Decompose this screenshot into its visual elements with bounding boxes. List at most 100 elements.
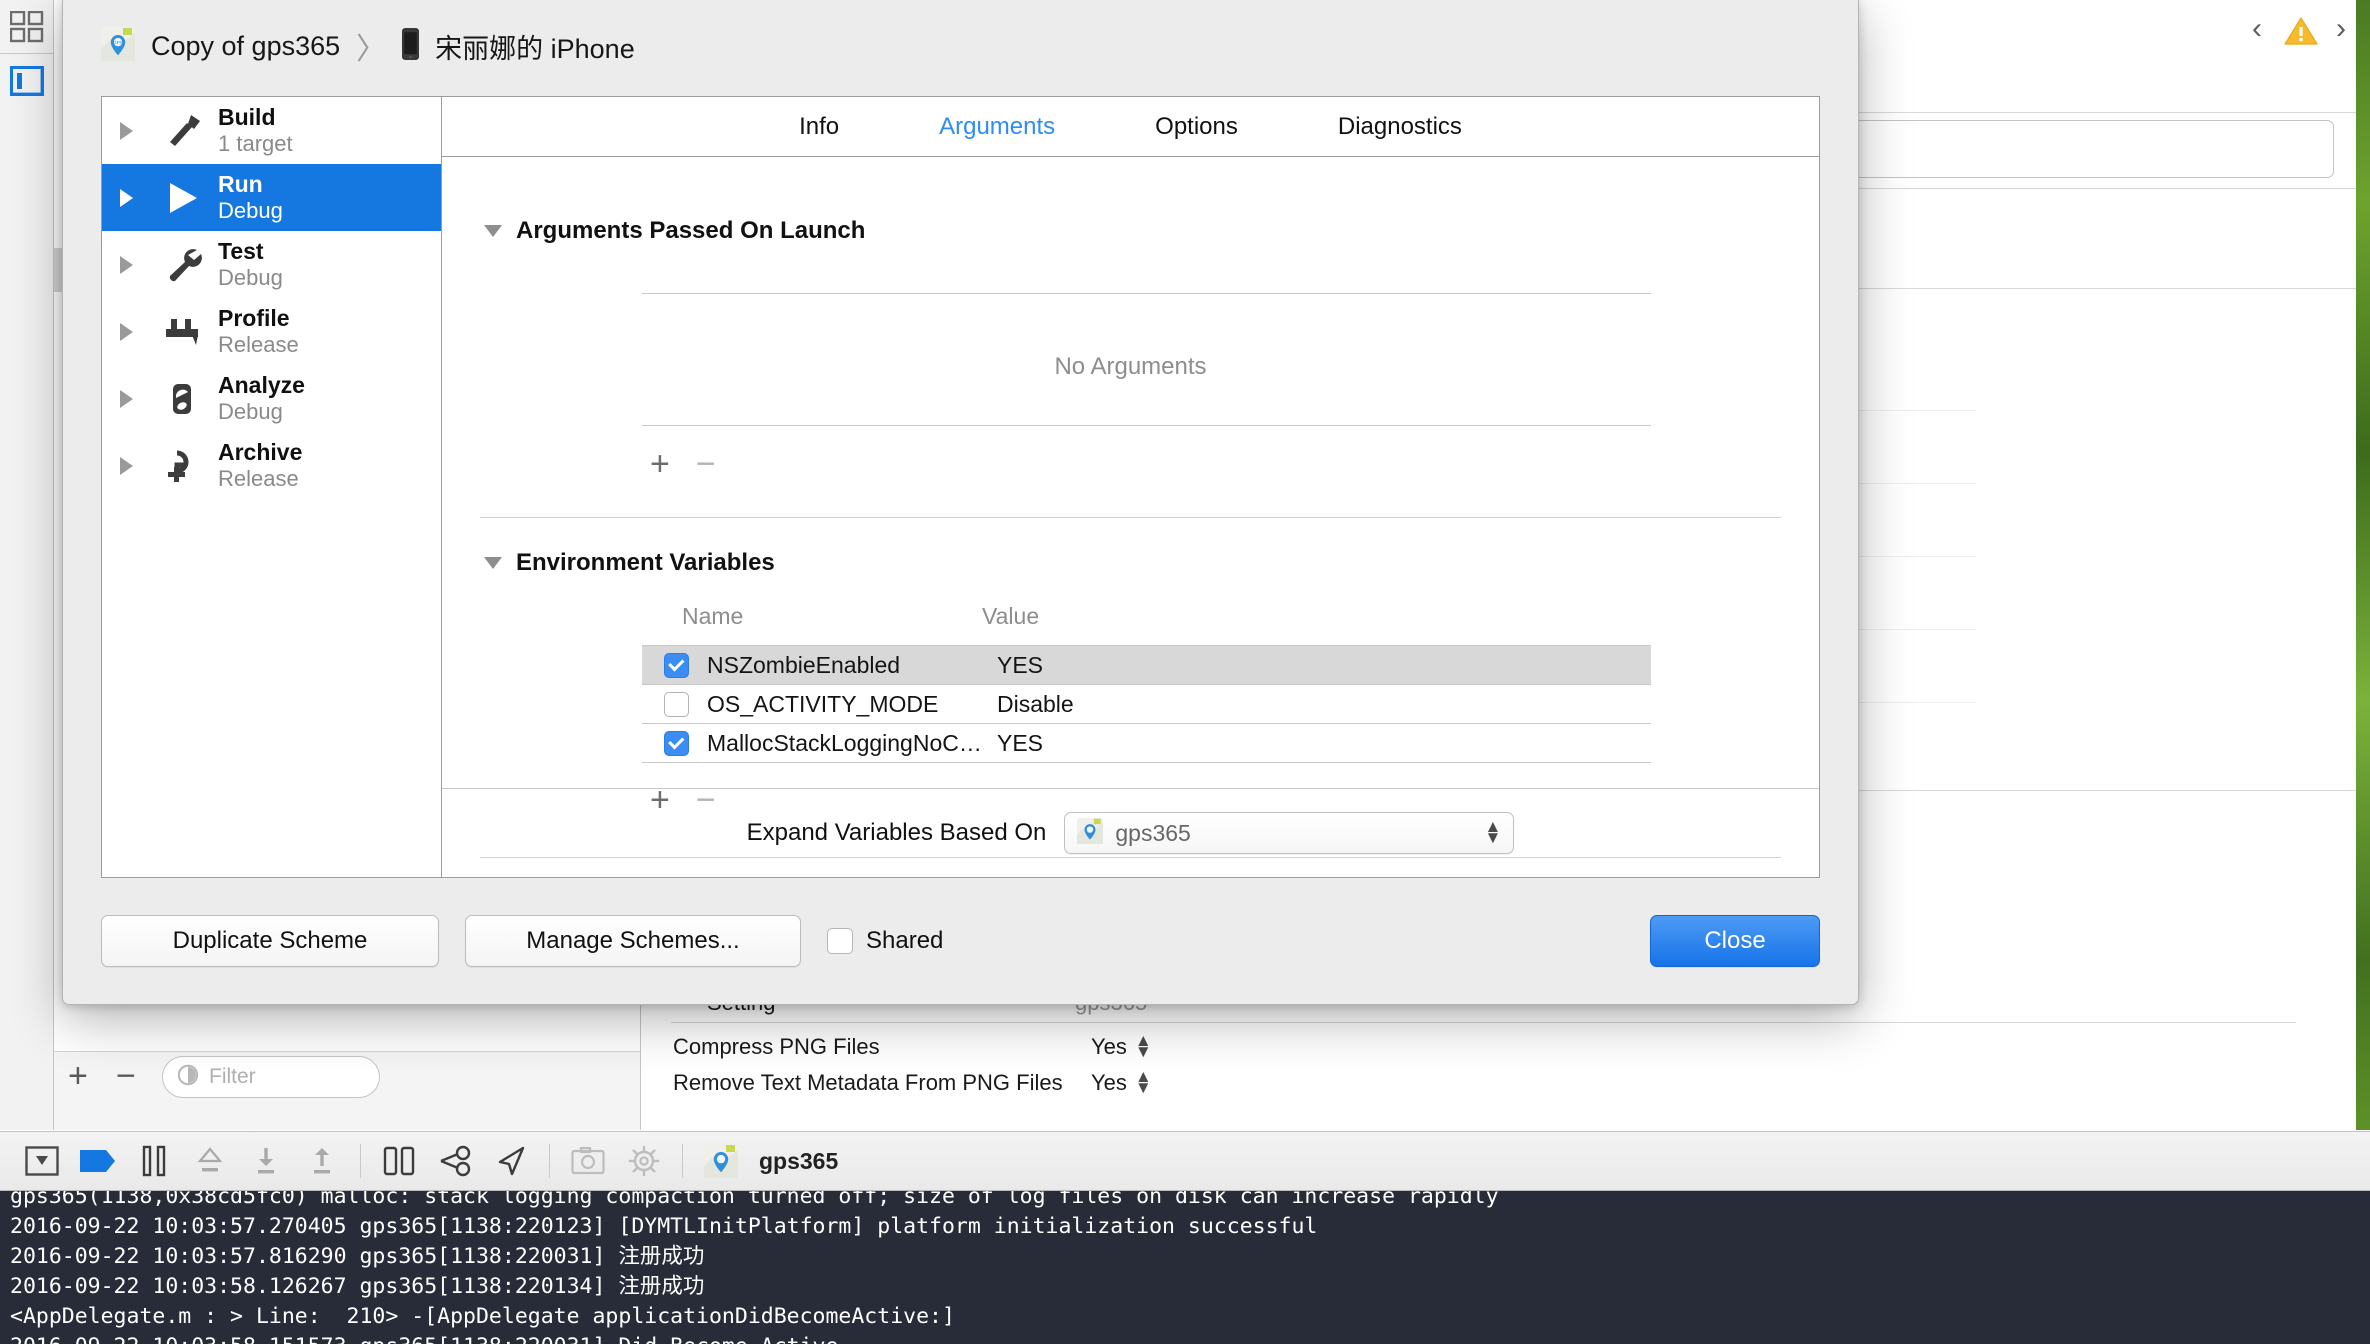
add-argument-button[interactable]: +	[650, 447, 670, 481]
close-button[interactable]: Close	[1650, 915, 1820, 967]
warning-triangle-icon[interactable]	[2284, 16, 2314, 43]
navigator-rail	[0, 0, 54, 1130]
sidebar-item-sublabel: Debug	[218, 399, 305, 425]
console-output[interactable]: gps365(1138,0x38cd5fc0) malloc: stack lo…	[0, 1191, 2370, 1344]
disclosure-triangle-down-icon[interactable]	[484, 557, 502, 569]
scheme-action-list: Build 1 target Run Debug	[102, 97, 442, 877]
play-icon	[156, 179, 208, 217]
navigator-add-button[interactable]: +	[68, 1059, 88, 1093]
gps365-app-icon	[1077, 818, 1103, 849]
no-arguments-placeholder: No Arguments	[442, 353, 1819, 381]
editor-navigation-controls: ‹ ›	[2252, 12, 2346, 46]
debug-toolbar: gps365	[0, 1131, 2370, 1191]
env-row-value[interactable]: YES	[997, 652, 1043, 679]
scheme-detail-pane: Info Arguments Options Diagnostics Argum…	[442, 97, 1819, 877]
sidebar-item-sublabel: 1 target	[218, 131, 293, 157]
chevron-left-icon[interactable]: ‹	[2252, 12, 2262, 46]
console-line: 2016-09-22 10:03:57.270405 gps365[1138:2…	[10, 1212, 2370, 1242]
console-line: 2016-09-22 10:03:58.126267 gps365[1138:2…	[10, 1272, 2370, 1302]
setting-row-value[interactable]: Yes ▲▼	[1091, 1034, 1152, 1060]
env-row-checkbox[interactable]	[664, 653, 689, 678]
env-row-checkbox[interactable]	[664, 692, 689, 717]
camera-icon[interactable]	[560, 1131, 616, 1191]
env-row-checkbox[interactable]	[664, 731, 689, 756]
step-into-icon[interactable]	[238, 1131, 294, 1191]
sheet-header: GPS Copy of gps365 〉 宋丽娜的 iPhone	[63, 0, 1858, 92]
file-inspector-icon[interactable]	[0, 54, 53, 107]
shared-checkbox-group[interactable]: Shared	[827, 927, 943, 955]
archive-icon	[156, 447, 208, 485]
sidebar-item-label: Test	[218, 238, 283, 265]
detail-tabbar: Info Arguments Options Diagnostics	[442, 97, 1819, 157]
sidebar-item-analyze[interactable]: Analyze Debug	[102, 365, 441, 432]
disclosure-triangle-icon[interactable]	[120, 189, 146, 207]
sidebar-item-run[interactable]: Run Debug	[102, 164, 441, 231]
sheet-footer: Duplicate Scheme Manage Schemes... Share…	[63, 878, 1858, 1004]
breadcrumb-separator: 〉	[356, 24, 386, 68]
env-row-name[interactable]: MallocStackLoggingNoC…	[707, 730, 997, 757]
env-row-value[interactable]: Disable	[997, 691, 1074, 718]
breadcrumb-device-label[interactable]: 宋丽娜的 iPhone	[435, 27, 635, 66]
env-column-header-value: Value	[982, 603, 1039, 630]
env-row-name[interactable]: OS_ACTIVITY_MODE	[707, 691, 997, 718]
tab-info[interactable]: Info	[799, 113, 839, 141]
env-row-name[interactable]: NSZombieEnabled	[707, 652, 997, 679]
env-table-bottom-rule	[642, 762, 1651, 763]
sidebar-item-sublabel: Debug	[218, 265, 283, 291]
sidebar-item-test[interactable]: Test Debug	[102, 231, 441, 298]
memory-graph-icon[interactable]	[427, 1131, 483, 1191]
project-navigator-icon[interactable]	[0, 0, 53, 54]
arguments-group-header[interactable]: Arguments Passed On Launch	[484, 217, 865, 245]
sidebar-item-label: Archive	[218, 439, 302, 466]
console-line: 2016-09-22 10:03:57.816290 gps365[1138:2…	[10, 1242, 2370, 1272]
table-row[interactable]: NSZombieEnabled YES	[642, 646, 1651, 684]
chevron-right-icon[interactable]: ›	[2336, 12, 2346, 46]
svg-text:GPS: GPS	[113, 40, 123, 45]
expand-variables-popup[interactable]: gps365 ▲▼	[1064, 812, 1514, 854]
settings-gear-icon[interactable]	[616, 1131, 672, 1191]
simulate-location-icon[interactable]	[483, 1131, 539, 1191]
table-row[interactable]: OS_ACTIVITY_MODE Disable	[642, 685, 1651, 723]
sidebar-item-text: Archive Release	[218, 439, 302, 491]
step-out-icon[interactable]	[294, 1131, 350, 1191]
navigator-remove-button[interactable]: −	[116, 1059, 136, 1093]
console-line: 2016-09-22 10:03:58.151573 gps365[1138:2…	[10, 1332, 2370, 1344]
disclosure-triangle-icon[interactable]	[120, 256, 146, 274]
manage-schemes-button[interactable]: Manage Schemes...	[465, 915, 801, 967]
remove-argument-button[interactable]: −	[696, 447, 716, 481]
env-row-value[interactable]: YES	[997, 730, 1043, 757]
iphone-device-icon	[402, 28, 419, 65]
breakpoints-icon[interactable]	[70, 1131, 126, 1191]
hide-debug-area-icon[interactable]	[14, 1131, 70, 1191]
tab-options[interactable]: Options	[1155, 113, 1238, 141]
sidebar-item-label: Analyze	[218, 372, 305, 399]
sidebar-item-build[interactable]: Build 1 target	[102, 97, 441, 164]
duplicate-scheme-button[interactable]: Duplicate Scheme	[101, 915, 439, 967]
step-over-icon[interactable]	[182, 1131, 238, 1191]
tab-arguments[interactable]: Arguments	[939, 113, 1055, 141]
disclosure-triangle-down-icon[interactable]	[484, 225, 502, 237]
gauge-icon	[156, 313, 208, 351]
sidebar-item-profile[interactable]: Profile Release	[102, 298, 441, 365]
disclosure-triangle-icon[interactable]	[120, 390, 146, 408]
setting-value-text: Yes	[1091, 1034, 1127, 1060]
expand-variables-bar: Expand Variables Based On	[442, 788, 1819, 877]
view-hierarchy-icon[interactable]	[371, 1131, 427, 1191]
shared-label: Shared	[866, 927, 943, 955]
expand-variables-value: gps365	[1115, 820, 1472, 847]
sidebar-item-text: Run Debug	[218, 171, 283, 223]
tab-diagnostics[interactable]: Diagnostics	[1338, 113, 1462, 141]
sidebar-item-label: Profile	[218, 305, 299, 332]
table-row[interactable]: MallocStackLoggingNoC… YES	[642, 724, 1651, 762]
disclosure-triangle-icon[interactable]	[120, 323, 146, 341]
env-group-header[interactable]: Environment Variables	[484, 549, 775, 577]
navigator-filter-field[interactable]: Filter	[162, 1056, 380, 1098]
setting-row-value[interactable]: Yes ▲▼	[1091, 1070, 1152, 1096]
gps365-app-icon: GPS	[101, 27, 135, 66]
pause-icon[interactable]	[126, 1131, 182, 1191]
shared-checkbox[interactable]	[827, 928, 853, 954]
breadcrumb-project-label[interactable]: Copy of gps365	[151, 31, 340, 62]
disclosure-triangle-icon[interactable]	[120, 122, 146, 140]
sidebar-item-archive[interactable]: Archive Release	[102, 432, 441, 499]
disclosure-triangle-icon[interactable]	[120, 457, 146, 475]
